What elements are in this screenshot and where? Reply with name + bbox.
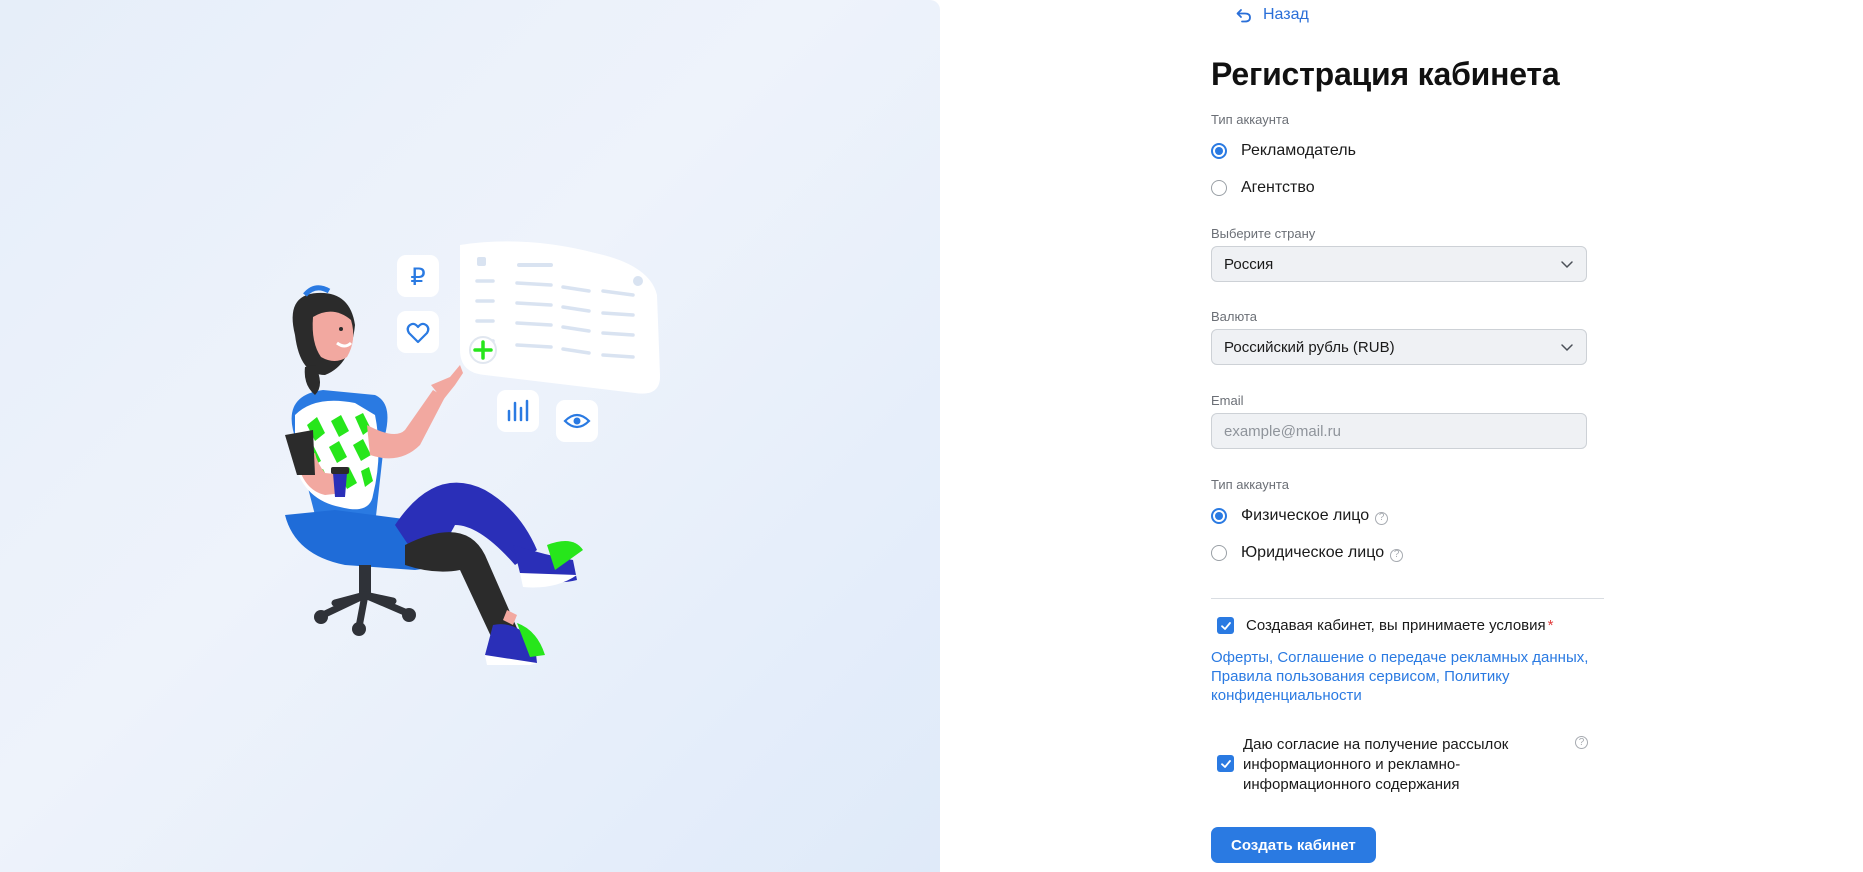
undo-arrow-icon [1236,9,1251,23]
account-type-label: Тип аккаунта [1211,112,1289,127]
radio-circle[interactable] [1211,545,1227,561]
person-type-label: Тип аккаунта [1211,477,1289,492]
help-icon[interactable]: ? [1375,511,1389,525]
help-icon[interactable]: ? [1390,548,1404,562]
radio-circle-checked[interactable] [1211,143,1227,159]
chevron-down-icon [1561,261,1573,269]
email-placeholder: example@mail.ru [1224,422,1341,440]
currency-label: Валюта [1211,309,1257,324]
terms-checkbox-row[interactable]: Создавая кабинет, вы принимаете условия * [1217,617,1554,634]
radio-agency-label: Агентство [1241,179,1315,196]
promo-panel: ₽ [0,0,940,872]
radio-agency[interactable]: Агентство [1211,179,1315,197]
radio-individual[interactable]: Физическое лицо? [1211,507,1389,525]
registration-illustration: ₽ [285,241,661,665]
currency-select[interactable]: Российский рубль (RUB) [1211,329,1587,365]
newsletter-label: Даю согласие на получение рассылок инфор… [1243,736,1509,793]
country-label: Выберите страну [1211,226,1316,241]
newsletter-checkbox-row[interactable] [1217,755,1234,772]
terms-label: Создавая кабинет, вы принимаете условия [1246,617,1546,634]
radio-legal-entity[interactable]: Юридическое лицо? [1211,544,1404,562]
currency-value: Российский рубль (RUB) [1224,338,1395,356]
radio-individual-label: Физическое лицо [1241,507,1370,524]
country-select[interactable]: Россия [1211,246,1587,282]
radio-advertiser-label: Рекламодатель [1241,142,1356,159]
ruble-tile: ₽ [397,255,439,297]
chevron-down-icon [1561,344,1573,352]
email-label: Email [1211,393,1244,408]
checkmark-icon [1220,621,1231,630]
radio-legal-entity-label: Юридическое лицо [1241,544,1385,561]
help-icon[interactable]: ? [1575,736,1588,749]
create-cabinet-button[interactable]: Создать кабинет [1211,827,1376,863]
page-title: Регистрация кабинета [1211,56,1560,92]
back-label[interactable]: Назад [1263,6,1309,24]
checkmark-icon [1220,759,1231,768]
radio-circle-checked[interactable] [1211,508,1227,524]
stats-tile [497,390,539,432]
heart-tile [397,311,439,353]
eye-tile [556,400,598,442]
required-mark: * [1547,617,1554,634]
ruble-icon: ₽ [410,263,425,291]
email-field[interactable]: example@mail.ru [1211,413,1587,449]
radio-advertiser[interactable]: Рекламодатель [1211,142,1356,160]
back-link[interactable]: Назад [1235,6,1309,24]
terms-links[interactable]: Оферты, Соглашение о передаче рекламных … [1211,648,1591,705]
radio-circle[interactable] [1211,180,1227,196]
newsletter-checkbox[interactable] [1217,755,1234,772]
country-value: Россия [1224,255,1274,273]
terms-checkbox[interactable] [1217,617,1234,634]
divider [1211,598,1604,599]
dashboard-card [460,241,661,394]
